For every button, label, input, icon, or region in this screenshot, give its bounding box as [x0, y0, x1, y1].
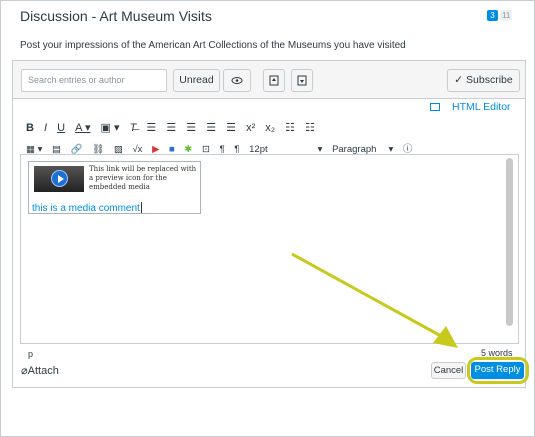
- discussion-frame: Discussion - Art Museum Visits 3 11 Post…: [0, 0, 535, 437]
- annotation-arrow: [291, 252, 458, 348]
